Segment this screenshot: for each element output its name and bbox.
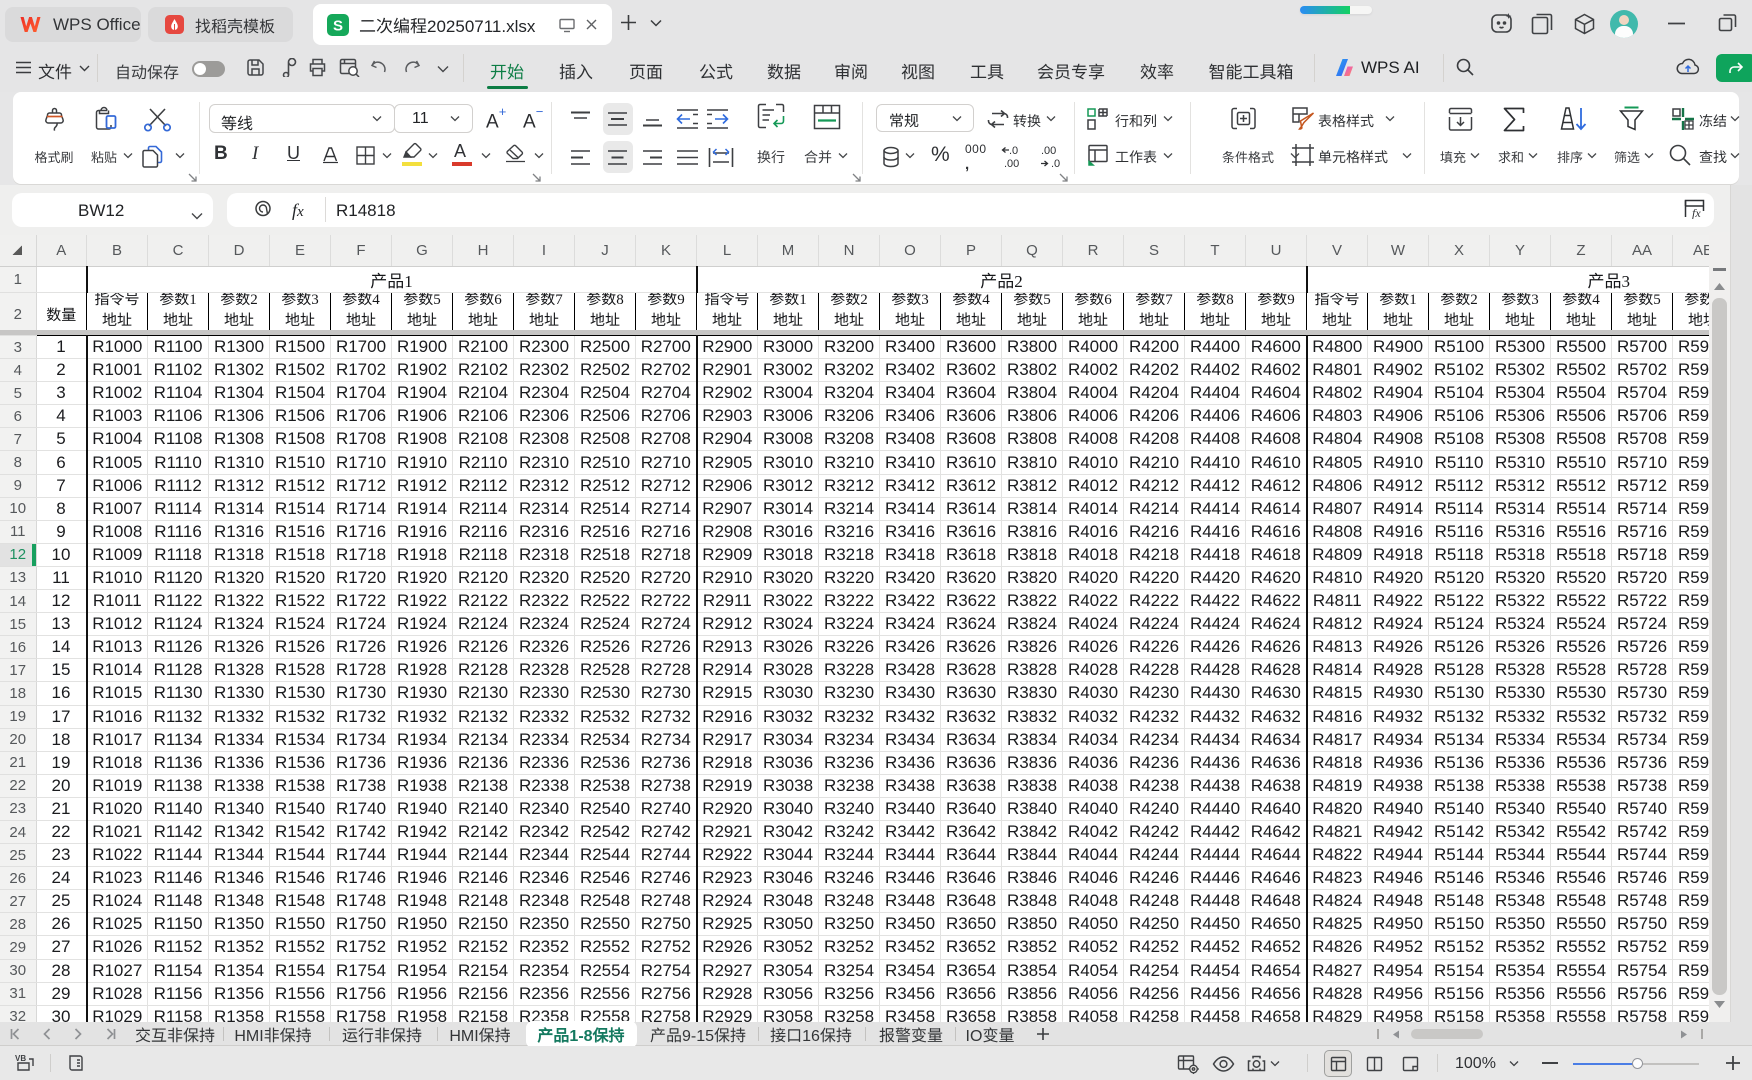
svg-text:VB: VB (15, 1054, 26, 1063)
svg-text:.00: .00 (1041, 145, 1056, 157)
svg-text:fx: fx (1692, 206, 1701, 219)
svg-text:.0: .0 (1051, 158, 1060, 170)
svg-text:.0: .0 (1009, 145, 1018, 157)
svg-text:S: S (333, 17, 343, 34)
svg-text:.00: .00 (1004, 158, 1019, 170)
